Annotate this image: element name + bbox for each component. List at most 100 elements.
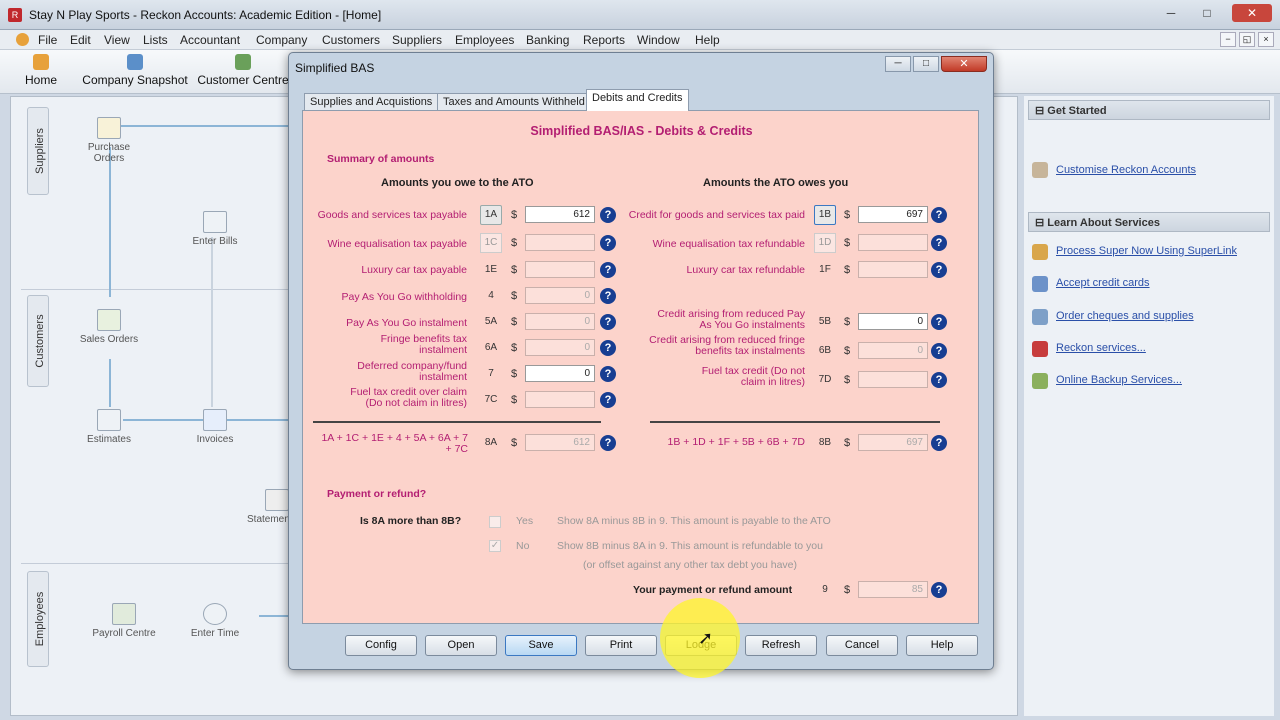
refresh-button[interactable]: Refresh bbox=[745, 635, 817, 656]
help-icon[interactable]: ? bbox=[931, 262, 947, 278]
wet-payable-field[interactable] bbox=[525, 234, 595, 251]
menu-file[interactable]: File bbox=[38, 33, 57, 47]
dollar-sign: $ bbox=[511, 316, 518, 328]
open-button[interactable]: Open bbox=[425, 635, 497, 656]
no-label: No bbox=[516, 540, 530, 552]
estimates[interactable]: Estimates bbox=[74, 409, 144, 445]
payroll-centre-label: Payroll Centre bbox=[92, 628, 156, 639]
toolbar-company-snapshot[interactable]: Company Snapshot bbox=[82, 54, 188, 87]
backup-link[interactable]: Online Backup Services... bbox=[1056, 374, 1182, 386]
yes-checkbox[interactable] bbox=[489, 516, 501, 528]
dollar-sign: $ bbox=[511, 342, 518, 354]
dollar-sign: $ bbox=[844, 237, 851, 249]
help-icon[interactable]: ? bbox=[931, 343, 947, 359]
credit-cards-link[interactable]: Accept credit cards bbox=[1056, 277, 1150, 289]
mdi-minimize-button[interactable]: − bbox=[1220, 32, 1236, 47]
tab-debits-credits[interactable]: Debits and Credits bbox=[586, 89, 689, 111]
help-icon[interactable]: ? bbox=[600, 435, 616, 451]
menu-view[interactable]: View bbox=[104, 33, 130, 47]
lct-refund-field[interactable] bbox=[858, 261, 928, 278]
payg-instalment-field[interactable]: 0 bbox=[525, 313, 595, 330]
fbt-reduced-credit-field[interactable]: 0 bbox=[858, 342, 928, 359]
menu-lists[interactable]: Lists bbox=[143, 33, 168, 47]
debits-credits-form: Simplified BAS/IAS - Debits & Credits Su… bbox=[302, 110, 979, 624]
code-8b: 8B bbox=[818, 437, 832, 448]
menu-customers[interactable]: Customers bbox=[322, 33, 380, 47]
help-icon[interactable]: ? bbox=[931, 207, 947, 223]
gst-credit-field[interactable]: 697 bbox=[858, 206, 928, 223]
dollar-sign: $ bbox=[511, 209, 518, 221]
help-icon[interactable]: ? bbox=[600, 340, 616, 356]
dollar-sign: $ bbox=[511, 290, 518, 302]
tab-taxes-withheld[interactable]: Taxes and Amounts Withheld bbox=[437, 93, 591, 111]
menu-banking[interactable]: Banking bbox=[526, 33, 569, 47]
cheques-link[interactable]: Order cheques and supplies bbox=[1056, 310, 1194, 322]
tab-suppliers[interactable]: Suppliers bbox=[27, 107, 49, 195]
flow-line bbox=[211, 237, 213, 407]
payg-withholding-label: Pay As You Go withholding bbox=[341, 291, 467, 303]
toolbar-customer-centre[interactable]: Customer Centre bbox=[197, 54, 289, 87]
print-button[interactable]: Print bbox=[585, 635, 657, 656]
help-icon[interactable]: ? bbox=[600, 288, 616, 304]
menu-suppliers[interactable]: Suppliers bbox=[392, 33, 442, 47]
customise-link[interactable]: Customise Reckon Accounts bbox=[1056, 164, 1196, 176]
code-1d: 1D bbox=[814, 233, 836, 253]
help-icon[interactable]: ? bbox=[931, 372, 947, 388]
menu-reports[interactable]: Reports bbox=[583, 33, 625, 47]
invoices-label: Invoices bbox=[196, 434, 234, 445]
close-button[interactable]: ✕ bbox=[1232, 4, 1272, 22]
help-icon[interactable]: ? bbox=[931, 314, 947, 330]
learn-services-header[interactable]: ⊟ Learn About Services bbox=[1028, 212, 1270, 232]
left-total-rule bbox=[313, 421, 601, 423]
menu-edit[interactable]: Edit bbox=[70, 33, 91, 47]
config-button[interactable]: Config bbox=[345, 635, 417, 656]
enter-time[interactable]: Enter Time bbox=[180, 603, 250, 639]
superlink-link[interactable]: Process Super Now Using SuperLink bbox=[1056, 245, 1237, 257]
dialog-maximize-button[interactable]: □ bbox=[913, 56, 939, 72]
help-icon[interactable]: ? bbox=[600, 366, 616, 382]
get-started-header[interactable]: ⊟ Get Started bbox=[1028, 100, 1270, 120]
help-icon[interactable]: ? bbox=[931, 235, 947, 251]
menu-accountant[interactable]: Accountant bbox=[180, 33, 240, 47]
fuel-credit-field[interactable] bbox=[858, 371, 928, 388]
invoices-icon bbox=[203, 409, 227, 431]
tab-supplies-acquisitions[interactable]: Supplies and Acquistions bbox=[304, 93, 439, 111]
menu-company[interactable]: Company bbox=[256, 33, 307, 47]
save-button[interactable]: Save bbox=[505, 635, 577, 656]
mdi-restore-button[interactable]: ◱ bbox=[1239, 32, 1255, 47]
code-5b: 5B bbox=[818, 316, 832, 327]
fuel-overclaim-field[interactable] bbox=[525, 391, 595, 408]
dollar-sign: $ bbox=[511, 437, 518, 449]
gst-payable-field[interactable]: 612 bbox=[525, 206, 595, 223]
help-icon[interactable]: ? bbox=[931, 582, 947, 598]
lct-payable-field[interactable] bbox=[525, 261, 595, 278]
reckon-services-link[interactable]: Reckon services... bbox=[1056, 342, 1146, 354]
cancel-button[interactable]: Cancel bbox=[826, 635, 898, 656]
dialog-minimize-button[interactable]: ─ bbox=[885, 56, 911, 72]
minimize-button[interactable]: ─ bbox=[1160, 4, 1182, 22]
toolbar-home[interactable]: Home bbox=[22, 54, 60, 87]
menu-help[interactable]: Help bbox=[695, 33, 720, 47]
help-icon[interactable]: ? bbox=[600, 314, 616, 330]
payroll-centre[interactable]: Payroll Centre bbox=[89, 603, 159, 639]
wet-refund-field[interactable] bbox=[858, 234, 928, 251]
menu-window[interactable]: Window bbox=[637, 33, 680, 47]
maximize-button[interactable]: □ bbox=[1196, 4, 1218, 22]
help-icon[interactable]: ? bbox=[931, 435, 947, 451]
mdi-close-button[interactable]: × bbox=[1258, 32, 1274, 47]
sales-orders[interactable]: Sales Orders bbox=[74, 309, 144, 345]
deferred-instalment-field[interactable]: 0 bbox=[525, 365, 595, 382]
tab-customers[interactable]: Customers bbox=[27, 295, 49, 387]
invoices[interactable]: Invoices bbox=[180, 409, 250, 445]
enter-bills[interactable]: Enter Bills bbox=[180, 211, 250, 247]
dialog-close-button[interactable]: ✕ bbox=[941, 56, 987, 72]
fbt-instalment-field[interactable]: 0 bbox=[525, 339, 595, 356]
purchase-orders[interactable]: Purchase Orders bbox=[74, 117, 144, 164]
help-icon[interactable]: ? bbox=[600, 392, 616, 408]
menu-employees[interactable]: Employees bbox=[455, 33, 514, 47]
tab-employees[interactable]: Employees bbox=[27, 571, 49, 667]
payg-reduced-credit-field[interactable]: 0 bbox=[858, 313, 928, 330]
payg-withholding-field[interactable]: 0 bbox=[525, 287, 595, 304]
no-checkbox[interactable]: ✓ bbox=[489, 540, 501, 552]
help-button[interactable]: Help bbox=[906, 635, 978, 656]
